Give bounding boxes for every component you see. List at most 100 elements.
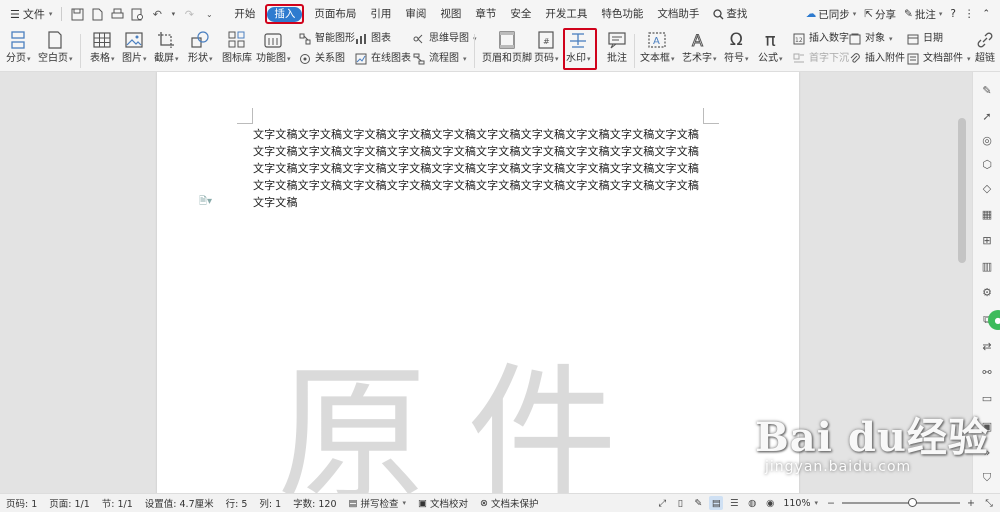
date-button[interactable]: 日期 — [906, 32, 943, 46]
style-pane-icon[interactable]: ✎ — [979, 82, 995, 98]
picture-button[interactable]: 图片▾ — [122, 29, 147, 65]
wordart-button[interactable]: A 艺术字▾ — [682, 29, 717, 65]
zoom-slider-thumb[interactable] — [908, 498, 917, 507]
watermark-button[interactable]: 水印▾ — [566, 29, 591, 65]
shapes-icon — [189, 29, 211, 51]
link-icon — [974, 29, 996, 51]
smart-graphic-button[interactable]: 智能图形 — [298, 32, 355, 46]
read-mode-icon[interactable]: ▯ — [673, 496, 687, 510]
blank-page-button[interactable]: 空白页▾ — [38, 29, 73, 65]
vertical-scrollbar[interactable] — [958, 118, 966, 263]
output-pdf-icon[interactable] — [89, 6, 105, 22]
status-word-count[interactable]: 字数: 120 — [287, 496, 342, 510]
undo-dropdown-icon[interactable]: ▾ — [169, 6, 177, 22]
location-icon[interactable]: ◎ — [979, 132, 995, 148]
connector-icon[interactable]: ⚯ — [979, 364, 995, 380]
chart-pane-icon[interactable]: ▥ — [979, 258, 995, 274]
body-text[interactable]: 文字文稿文字文稿文字文稿文字文稿文字文稿文字文稿文字文稿文字文稿文字文稿文字文稿… — [253, 126, 703, 211]
file-menu[interactable]: ☰ 文件 ▾ — [6, 6, 56, 22]
sync-button[interactable]: ☁ 已同步 ▾ — [802, 7, 861, 22]
search-button[interactable]: 查找 — [706, 0, 754, 28]
share-button[interactable]: ⇱ 分享 — [860, 7, 900, 22]
eye-icon[interactable]: ◉ — [763, 496, 777, 510]
tab-security[interactable]: 安全 — [503, 0, 538, 28]
tab-references[interactable]: 引用 — [363, 0, 398, 28]
zoom-out-icon[interactable]: − — [824, 496, 838, 510]
relation-chart-button[interactable]: 关系图 — [298, 52, 345, 66]
undo-icon[interactable]: ↶ — [149, 6, 165, 22]
mind-map-button[interactable]: 思维导图▾ — [412, 32, 477, 46]
icon-library-button[interactable]: 图标库 — [222, 29, 252, 65]
select-cursor-icon[interactable]: ➚ — [979, 108, 995, 124]
settings-pane-icon[interactable]: ⚙ — [979, 284, 995, 300]
online-chart-button[interactable]: 在线图表 — [354, 52, 411, 66]
hyperlink-button[interactable]: 超链 — [974, 29, 996, 65]
doc-parts-button[interactable]: 文档部件 ▾ — [906, 52, 971, 66]
zoom-level[interactable]: 110% ▾ — [781, 498, 820, 509]
chart-button[interactable]: 图表 — [354, 32, 391, 46]
more-menu-icon[interactable]: ⋮ — [960, 8, 979, 20]
textbox-button[interactable]: A 文本框▾ — [640, 29, 675, 65]
web-view-icon[interactable]: ◍ — [745, 496, 759, 510]
doc-proofread-button[interactable]: ▣ 文档校对 — [412, 496, 474, 511]
shapes-button[interactable]: 形状▾ — [188, 29, 213, 65]
redo-icon[interactable]: ↷ — [181, 6, 197, 22]
status-row: 行: 5 — [225, 499, 248, 510]
screenshot-button[interactable]: 截屏▾ — [154, 29, 179, 65]
symbol-button[interactable]: Ω 符号▾ — [724, 29, 749, 65]
translate-icon[interactable]: ⇄ — [979, 338, 995, 354]
print-preview-icon[interactable] — [129, 6, 145, 22]
share-icon: ⇱ — [864, 8, 874, 20]
comment-button[interactable]: ✎ 批注 ▾ — [900, 7, 946, 22]
shapes-pane-icon[interactable]: ⬡ — [979, 156, 995, 172]
customize-quick-access-icon[interactable]: ⌄ — [201, 6, 217, 22]
smart-graphic-icon — [298, 32, 312, 46]
save-icon[interactable] — [69, 6, 85, 22]
function-chart-button[interactable]: 功能图▾ — [256, 29, 291, 65]
tab-developer[interactable]: 开发工具 — [538, 0, 594, 28]
tag-icon[interactable]: ◇ — [979, 180, 995, 196]
table-icon — [91, 29, 113, 51]
page-view-icon[interactable]: ▤ — [709, 496, 724, 510]
fit-page-icon[interactable]: ⤡ — [982, 496, 996, 510]
outline-view-icon[interactable]: ☰ — [727, 496, 741, 510]
status-section[interactable]: 节: 1/1 — [96, 496, 139, 510]
table-pane-icon[interactable]: ▦ — [979, 206, 995, 222]
doc-protect-button[interactable]: ⊗ 文档未保护 — [474, 496, 544, 511]
document-page[interactable]: 文字文稿文字文稿文字文稿文字文稿文字文稿文字文稿文字文稿文字文稿文字文稿文字文稿… — [157, 72, 799, 493]
tab-special-features[interactable]: 特色功能 — [594, 0, 650, 28]
grid-pane-icon[interactable]: ⊞ — [979, 232, 995, 248]
page-break-button[interactable]: 分页▾ — [6, 29, 31, 65]
tab-doc-assistant[interactable]: 文档助手 — [650, 0, 706, 28]
help-button[interactable]: ? — [946, 8, 960, 20]
formula-button[interactable]: π 公式▾ — [758, 29, 783, 65]
object-button[interactable]: 对象 ▾ — [848, 32, 893, 46]
eye-protect-icon[interactable]: ✎ — [691, 496, 705, 510]
tab-review[interactable]: 审阅 — [398, 0, 433, 28]
attachment-button[interactable]: 插入附件 — [848, 52, 905, 66]
page-number-button[interactable]: # 页码▾ — [534, 29, 559, 65]
spell-check-button[interactable]: ▤ 拼写检查 ▾ — [343, 496, 413, 511]
table-button[interactable]: 表格▾ — [90, 29, 115, 65]
header-footer-button[interactable]: 页眉和页脚 — [482, 29, 532, 65]
svg-text:A: A — [692, 31, 703, 50]
status-setting[interactable]: 设置值: 4.7厘米 — [139, 496, 220, 510]
archive-icon[interactable]: ▭ — [979, 390, 995, 406]
status-pages[interactable]: 页面: 1/1 — [43, 496, 96, 510]
tab-insert[interactable]: 插入 — [265, 4, 305, 24]
collapse-ribbon-icon[interactable]: ⌃ — [978, 9, 994, 19]
insert-number-button[interactable]: 12 插入数字 — [792, 32, 849, 46]
tab-home[interactable]: 开始 — [227, 0, 262, 28]
status-page-num[interactable]: 页码: 1 — [0, 496, 43, 510]
annotation-button[interactable]: 批注 — [606, 29, 628, 65]
tab-page-layout[interactable]: 页面布局 — [307, 0, 363, 28]
fullscreen-icon[interactable]: ⤢ — [655, 496, 669, 510]
zoom-slider[interactable] — [842, 498, 960, 507]
tab-section[interactable]: 章节 — [468, 0, 503, 28]
flowchart-button[interactable]: 流程图 ▾ — [412, 52, 467, 66]
print-icon[interactable] — [109, 6, 125, 22]
zoom-in-icon[interactable]: + — [964, 496, 978, 510]
paragraph-options-icon[interactable]: 🗎▾ — [199, 194, 212, 211]
drop-cap-button[interactable]: 首字下沉 — [792, 52, 849, 66]
tab-view[interactable]: 视图 — [433, 0, 468, 28]
